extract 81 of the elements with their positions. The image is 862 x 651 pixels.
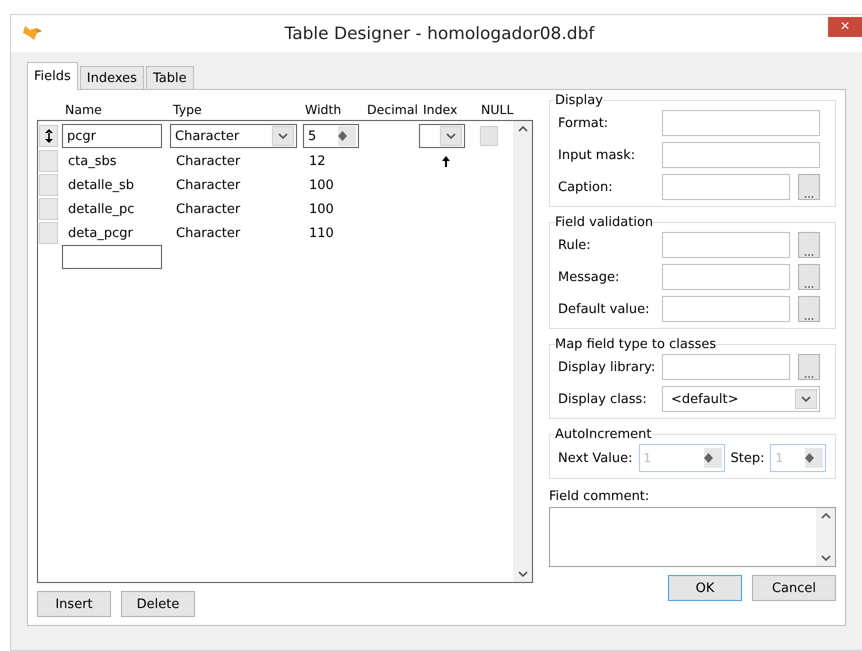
scroll-down-icon	[820, 555, 830, 562]
fox-logo-icon	[23, 24, 43, 42]
group-title: AutoIncrement	[555, 427, 652, 442]
table-cell-text: Character	[175, 178, 242, 192]
browse-button[interactable]	[798, 174, 820, 200]
scroll-up-icon	[820, 512, 830, 519]
dialog-button[interactable]: OK	[668, 575, 742, 601]
new-name-field[interactable]	[62, 245, 162, 269]
comment-field[interactable]	[549, 507, 836, 567]
column-header: Name	[65, 102, 102, 117]
scroll-down-icon	[518, 571, 528, 578]
column-header: Index	[423, 102, 458, 117]
tab[interactable]: Fields	[27, 62, 78, 90]
display-class-select[interactable]: <default>	[662, 386, 820, 412]
table-cell-text: 100	[308, 202, 335, 216]
group-title: Field validation	[555, 215, 654, 230]
column-header: Width	[305, 102, 342, 117]
column-header: Decimal	[367, 102, 418, 117]
field-label: Field comment:	[549, 489, 650, 504]
field-label: Display library:	[558, 360, 656, 374]
input-field[interactable]	[662, 232, 790, 258]
input-field[interactable]	[662, 354, 790, 380]
table-cell-text: detalle_sb	[67, 178, 136, 192]
ellipsis-icon	[804, 195, 814, 199]
field-label: Default value:	[558, 302, 651, 316]
field-label: Input mask:	[558, 148, 636, 162]
browse-button[interactable]	[798, 354, 820, 380]
scroll-up-icon	[518, 125, 528, 132]
table-cell-text: 100	[308, 178, 335, 192]
row-selector[interactable]	[39, 125, 58, 147]
field-label: Message:	[558, 270, 620, 284]
input-field[interactable]	[662, 296, 790, 322]
chevron-down-icon	[446, 132, 456, 140]
input-field[interactable]	[662, 174, 790, 200]
table-cell-text: Character	[175, 154, 242, 168]
field-label: Format:	[558, 116, 610, 130]
table-cell-text: Character	[175, 226, 242, 240]
field-label: Display class:	[558, 392, 648, 406]
window-title: Table Designer - homologador08.dbf	[284, 24, 596, 44]
browse-button[interactable]	[798, 264, 820, 290]
ellipsis-icon	[804, 375, 814, 379]
table-cell-text: detalle_pc	[67, 202, 136, 216]
field-label: Rule:	[558, 238, 592, 252]
grid-button[interactable]: Insert	[37, 591, 111, 617]
table-cell-text: 12	[308, 154, 327, 168]
null-checkbox[interactable]	[480, 126, 498, 146]
field-label: Next Value:	[558, 450, 632, 466]
ellipsis-icon	[804, 285, 814, 289]
browse-button[interactable]	[798, 232, 820, 258]
field-label: Caption:	[558, 180, 614, 194]
grid-button[interactable]: Delete	[121, 591, 195, 617]
ellipsis-icon	[804, 317, 814, 321]
browse-button[interactable]	[798, 296, 820, 322]
down-icon[interactable]	[338, 136, 347, 142]
name-field[interactable]: pcgr	[62, 124, 162, 148]
tab[interactable]: Table	[146, 66, 194, 90]
input-field[interactable]	[662, 142, 820, 168]
move-icon	[44, 129, 52, 143]
column-header: NULL	[481, 102, 514, 117]
up-icon[interactable]	[338, 130, 347, 136]
table-cell-text: Character	[175, 202, 242, 216]
table-cell-text: cta_sbs	[67, 154, 118, 168]
column-header: Type	[173, 102, 202, 117]
table-cell-text: deta_pcgr	[67, 226, 134, 240]
type-select[interactable]: Character	[170, 124, 297, 148]
index-select[interactable]	[419, 124, 465, 148]
ellipsis-icon	[804, 253, 814, 257]
close-button[interactable]: ×	[828, 17, 862, 37]
dialog-button[interactable]: Cancel	[752, 575, 836, 601]
input-field[interactable]	[662, 264, 790, 290]
field-label: Step:	[730, 450, 764, 466]
scrollbar[interactable]	[816, 508, 835, 566]
table-cell-text: 110	[308, 226, 335, 240]
input-field[interactable]	[662, 110, 820, 136]
group-title: Map field type to classes	[555, 337, 716, 352]
group-title: Display	[555, 93, 603, 108]
tab[interactable]: Indexes	[80, 66, 144, 90]
width-spinner[interactable]: 5	[303, 124, 359, 148]
chevron-down-icon	[278, 132, 288, 140]
scrollbar[interactable]	[513, 121, 532, 582]
chevron-down-icon	[801, 396, 811, 402]
